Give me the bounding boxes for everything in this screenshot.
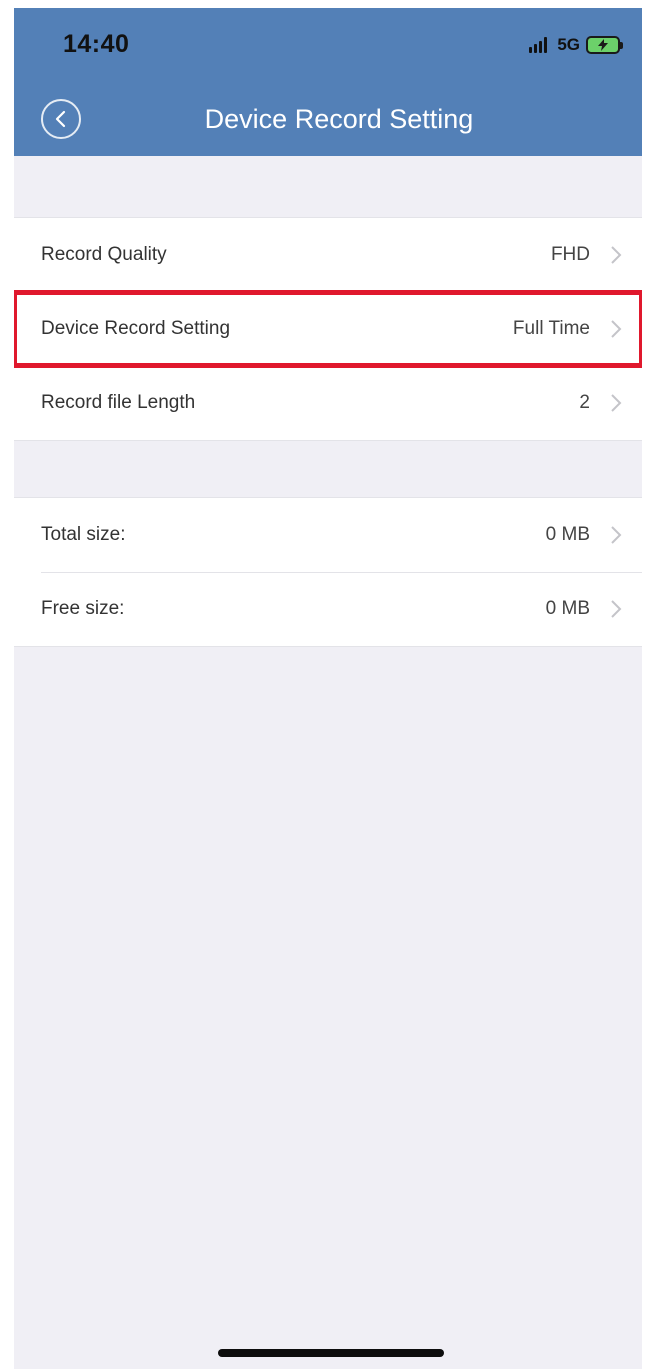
chevron-right-icon [611, 394, 622, 412]
nav-header: 14:40 5G Device Record Setting [14, 8, 642, 156]
row-value: 0 MB [545, 524, 590, 545]
chevron-right-icon [611, 320, 622, 338]
record-settings-group: Record Quality FHD Device Record Setting… [14, 217, 642, 441]
row-label: Record Quality [41, 244, 167, 265]
storage-group: Total size: 0 MB Free size: 0 MB [14, 497, 642, 647]
row-label: Free size: [41, 598, 125, 619]
record-file-length-row[interactable]: Record file Length 2 [14, 366, 642, 440]
status-time: 14:40 [63, 30, 130, 58]
network-type: 5G [557, 35, 580, 54]
screen: 14:40 5G Device Record Setting Record Qu… [14, 8, 642, 1369]
row-label: Device Record Setting [41, 318, 231, 339]
battery-charging-icon [586, 36, 623, 54]
status-indicators: 5G [529, 34, 623, 56]
free-size-row[interactable]: Free size: 0 MB [14, 572, 642, 646]
row-label: Record file Length [41, 392, 196, 413]
record-quality-row[interactable]: Record Quality FHD [14, 218, 642, 292]
row-value: 2 [579, 392, 590, 413]
device-record-setting-row[interactable]: Device Record Setting Full Time [14, 290, 642, 368]
page-title: Device Record Setting [204, 104, 474, 134]
total-size-row[interactable]: Total size: 0 MB [14, 498, 642, 572]
signal-icon [529, 37, 548, 53]
chevron-right-icon [611, 246, 622, 264]
row-value: 0 MB [545, 598, 590, 619]
row-value: Full Time [512, 318, 590, 339]
chevron-right-icon [611, 600, 622, 618]
home-indicator[interactable] [218, 1349, 444, 1357]
chevron-right-icon [611, 526, 622, 544]
row-value: FHD [550, 244, 590, 265]
row-label: Total size: [41, 524, 126, 545]
